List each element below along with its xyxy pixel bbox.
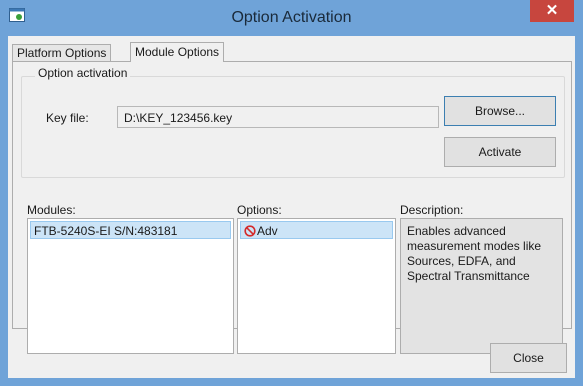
- modules-label: Modules:: [27, 203, 76, 217]
- list-item[interactable]: FTB-5240S-EI S/N:483181: [30, 221, 231, 239]
- modules-list[interactable]: FTB-5240S-EI S/N:483181: [27, 218, 234, 354]
- description-label: Description:: [400, 203, 464, 217]
- option-activation-group: Key file: D:\KEY_123456.key Browse... Ac…: [21, 76, 565, 178]
- not-activated-icon: [244, 225, 256, 237]
- tab-module-options[interactable]: Module Options: [130, 42, 225, 62]
- options-list[interactable]: Adv: [237, 218, 396, 354]
- dialog-client-area: Platform Options Module Options Key file…: [8, 36, 575, 378]
- list-item[interactable]: Adv: [240, 221, 393, 239]
- browse-button[interactable]: Browse...: [444, 96, 556, 126]
- title-bar[interactable]: Option Activation ✕: [0, 0, 583, 36]
- window-close-button[interactable]: ✕: [530, 0, 574, 22]
- tab-platform-options[interactable]: Platform Options: [12, 44, 112, 62]
- module-options-panel: Key file: D:\KEY_123456.key Browse... Ac…: [12, 61, 572, 354]
- description-box: Enables advanced measurement modes like …: [400, 218, 563, 354]
- activate-button[interactable]: Activate: [444, 137, 556, 167]
- window-title: Option Activation: [231, 9, 352, 26]
- key-file-field[interactable]: D:\KEY_123456.key: [117, 106, 439, 128]
- option-name: Adv: [257, 224, 278, 238]
- option-activation-group-label: Option activation: [35, 66, 131, 80]
- close-button[interactable]: Close: [490, 343, 567, 373]
- options-label: Options:: [237, 203, 282, 217]
- key-file-label: Key file:: [46, 111, 89, 125]
- option-activation-window: Option Activation ✕ Platform Options Mod…: [0, 0, 583, 386]
